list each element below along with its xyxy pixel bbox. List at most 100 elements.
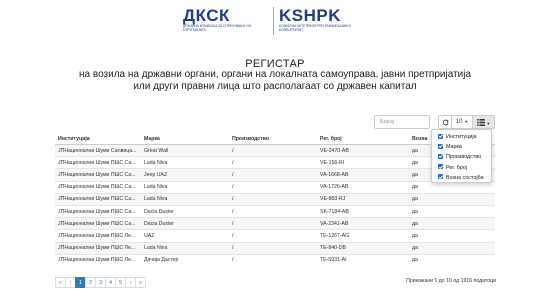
cell-institution: ЈПНационални Шуми ПШС Ле... — [55, 241, 141, 255]
columns-menu-item[interactable]: Производство — [432, 152, 491, 162]
cell-brand: Dacia Duster — [141, 217, 229, 230]
table-header-row: Институција Марка Производство Рег. број… — [55, 133, 495, 145]
cell-production: / — [229, 229, 317, 242]
table-row: ЈПНационални Шуми Салвица... Great Wall / V… — [55, 143, 495, 157]
cell-brand: Lada Niva — [141, 156, 229, 169]
cell-institution: ЈПНационални Шуми ПШС Са... — [55, 156, 141, 169]
page-subtitle: на возила на државни органи, органи на л… — [79, 69, 471, 92]
columns-list-icon — [476, 119, 485, 126]
cell-production: / — [229, 180, 317, 194]
cell-brand: Jeep UAZ — [141, 168, 229, 182]
columns-button[interactable]: ▼ — [473, 115, 495, 129]
logo-abbr-al: KSHPK — [279, 6, 342, 25]
refresh-icon — [442, 119, 449, 126]
column-header-brand[interactable]: Марка — [141, 133, 229, 145]
pagination-info: Прикажани 1 до 10 од 1916 податоци — [406, 278, 496, 284]
columns-menu-item[interactable]: Марка — [432, 142, 491, 152]
cell-reg-number: VA-1726-AB — [317, 180, 409, 194]
cell-condition: да — [409, 241, 495, 255]
columns-menu-label: Производство — [446, 154, 482, 161]
last-page-button[interactable]: » — [135, 277, 146, 288]
table-row: ЈПНационални Шуми ПШС Ле... Lada Niva / TE-… — [55, 241, 495, 255]
cell-institution: ЈПНационални Шуми ПШС Са... — [55, 204, 141, 218]
table-row: ЈПНационални Шуми ПШС Са... Jeep UAZ / VA-1… — [55, 168, 495, 182]
cell-institution: ЈПНационални Шуми ПШС Са... — [55, 168, 141, 182]
cell-production: / — [229, 253, 317, 266]
cell-reg-number: TE-1267-AG — [317, 229, 409, 242]
cell-reg-number: VE-2470-AB — [317, 143, 409, 157]
cell-institution: ЈПНационални Шуми ПШС Са... — [55, 192, 141, 206]
table-row: ЈПНационални Шуми ПШС Са... Dacia Duster /… — [55, 217, 495, 230]
cell-production: / — [229, 156, 317, 169]
column-header-institution[interactable]: Институција — [55, 133, 141, 145]
table-row: ЈПНационални Шуми ПШС Ле... UAZ / TE-1267-A… — [55, 229, 495, 242]
page-size-dropdown[interactable]: 10 ▼ — [452, 115, 473, 129]
cell-institution: ЈПНационални Шуми ПШС Ле... — [55, 229, 141, 242]
page-size-value: 10 — [455, 119, 463, 125]
cell-condition: да — [409, 204, 495, 218]
table-row: ЈПНационални Шуми ПШС Ле... Дачија Дастер… — [55, 253, 495, 266]
search-input[interactable]: Барај — [374, 115, 430, 129]
cell-brand: Lada Niva — [141, 192, 229, 206]
logo-sub-al: KOMISIONI SHTETËROR PËR PARANDALIMIN E K… — [279, 24, 352, 32]
table-row: ЈПНационални Шуми ПШС Са... Lada Niva / VA-… — [55, 180, 495, 194]
table-row: ЈПНационални Шуми ПШС Са... Dacia Duster /… — [55, 204, 495, 218]
cell-brand: UAZ — [141, 229, 229, 242]
table-row: ЈПНационални Шуми ПШС Са... Lada Niva / VE-… — [55, 192, 495, 206]
cell-production: / — [229, 241, 317, 255]
cell-production: / — [229, 143, 317, 157]
cell-production: / — [229, 192, 317, 206]
columns-menu-item[interactable]: Возна состојба — [432, 173, 491, 183]
cell-reg-number: VA-1668-AB — [317, 168, 409, 182]
cell-institution: ЈПНационални Шуми Салвица... — [55, 143, 141, 157]
columns-menu-label: Рег. број — [446, 164, 467, 171]
cell-production: / — [229, 168, 317, 182]
cell-brand: Dacia Duster — [141, 204, 229, 218]
cell-production: / — [229, 217, 317, 230]
column-header-reg-number[interactable]: Рег. број — [317, 133, 409, 145]
checkbox-checked-icon[interactable] — [438, 153, 443, 159]
checkbox-checked-icon[interactable] — [438, 133, 443, 139]
cell-reg-number: VE-156-RI — [317, 156, 409, 169]
caret-down-icon: ▼ — [464, 119, 469, 124]
vehicles-table: Институција Марка Производство Рег. број… — [55, 133, 495, 266]
cell-brand: Lada Niva — [141, 180, 229, 194]
table-row: ЈПНационални Шуми ПШС Са... Lada Niva / VE-… — [55, 156, 495, 169]
logo-dksk: ДКСК ДРЖАВНА КОМИСИЈА ЗА СПРЕЧУВАЊЕ НА К… — [183, 7, 273, 32]
column-header-production[interactable]: Производство — [229, 133, 317, 145]
cell-condition: да — [409, 253, 495, 266]
cell-institution: ЈПНационални Шуми ПШС Са... — [55, 217, 141, 230]
cell-institution: ЈПНационални Шуми ПШС Са... — [55, 180, 141, 194]
refresh-button[interactable] — [438, 115, 452, 129]
columns-menu: Институција Марка Производство Рег. број… — [431, 129, 492, 183]
logo: ДКСК ДРЖАВНА КОМИСИЈА ЗА СПРЕЧУВАЊЕ НА К… — [183, 7, 367, 39]
logo-abbr-mk: ДКСК — [183, 6, 230, 25]
cell-reg-number: SK-7184-AB — [317, 204, 409, 218]
table-body: ЈПНационални Шуми Салвица... Great Wall / V… — [55, 143, 495, 266]
checkbox-checked-icon[interactable] — [438, 174, 443, 180]
pagination: « ‹ 1 2 3 4 5 › » — [55, 277, 146, 289]
cell-condition: да — [409, 229, 495, 242]
cell-reg-number: TE-5931-AI — [317, 253, 409, 266]
columns-menu-label: Институција — [446, 134, 477, 140]
cell-brand: Lada Niva — [141, 241, 229, 255]
cell-brand: Дачија Дастер — [141, 253, 229, 266]
logo-sub-mk: ДРЖАВНА КОМИСИЈА ЗА СПРЕЧУВАЊЕ НА КОРУПЦ… — [183, 24, 251, 32]
columns-menu-label: Марка — [446, 144, 463, 151]
columns-menu-label: Возна состојба — [446, 174, 484, 181]
logo-kshpk: KSHPK KOMISIONI SHTETËROR PËR PARANDALIM… — [279, 7, 369, 32]
cell-reg-number: VE-883-RJ — [317, 192, 409, 206]
columns-menu-item[interactable]: Институција — [432, 132, 491, 142]
logo-divider — [273, 7, 274, 35]
columns-menu-item[interactable]: Рег. број — [432, 163, 491, 173]
checkbox-checked-icon[interactable] — [438, 143, 443, 149]
cell-institution: ЈПНационални Шуми ПШС Ле... — [55, 253, 141, 266]
cell-brand: Great Wall — [141, 143, 229, 157]
cell-condition: да — [409, 217, 495, 230]
cell-reg-number: VA-2341-AB — [317, 217, 409, 230]
cell-condition: да — [409, 192, 495, 206]
cell-reg-number: TE-840-DB — [317, 241, 409, 255]
cell-production: / — [229, 204, 317, 218]
checkbox-checked-icon[interactable] — [438, 164, 443, 170]
caret-down-icon: ▼ — [486, 121, 491, 126]
